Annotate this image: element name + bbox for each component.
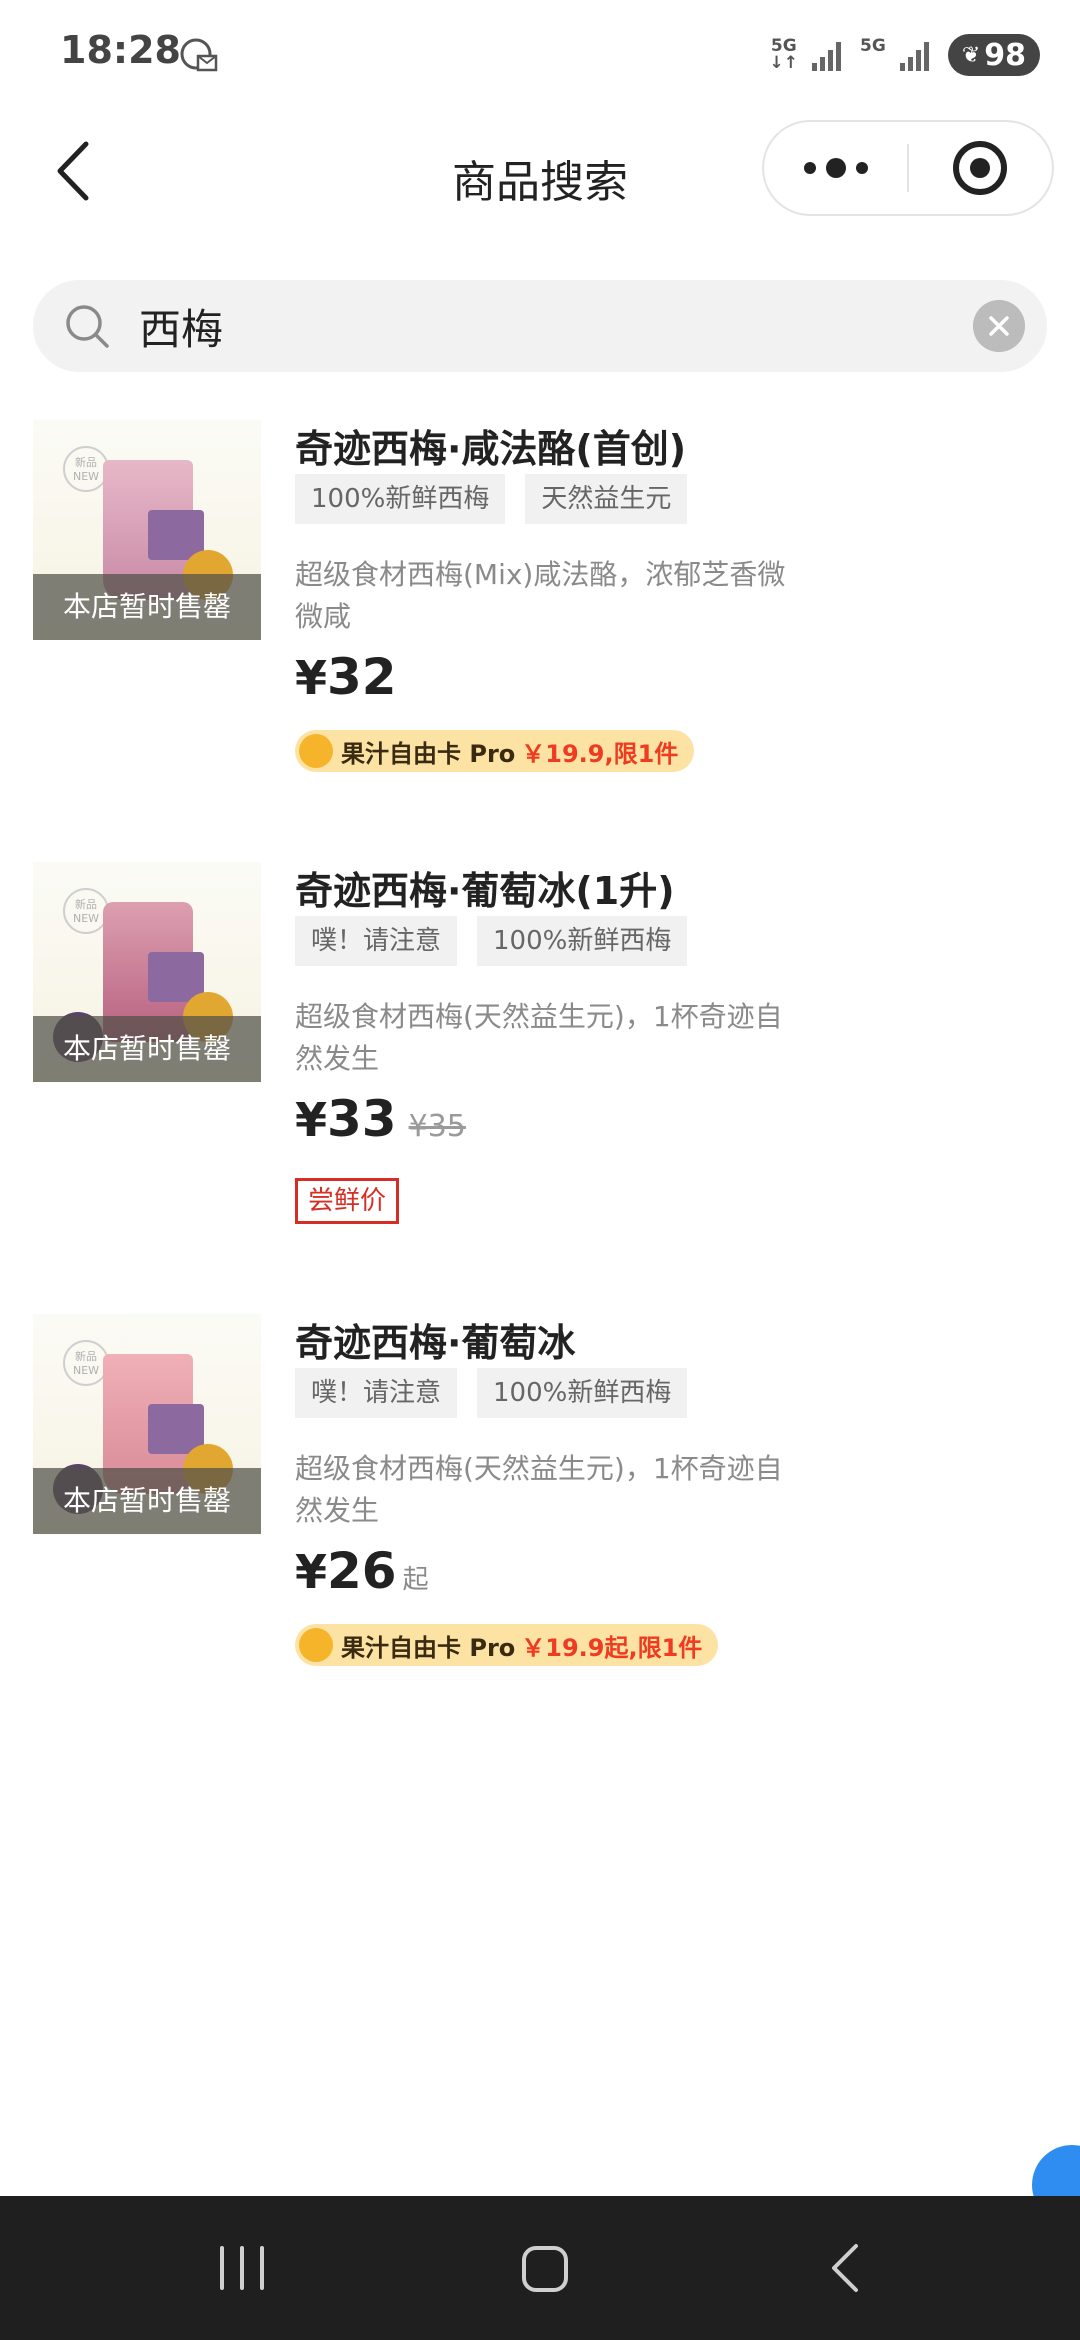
sold-out-label: 本店暂时售罄 [33, 1016, 261, 1082]
clear-icon[interactable] [973, 300, 1025, 352]
battery-icon: ❦ 98 [947, 34, 1040, 76]
product-tag: 100%新鲜西梅 [295, 474, 506, 524]
search-input[interactable] [139, 294, 959, 358]
price-value: 32 [327, 648, 397, 706]
member-card-badge[interactable]: 果汁自由卡 Pro ￥19.9,限1件 [295, 730, 695, 772]
sold-out-label: 本店暂时售罄 [33, 1468, 261, 1534]
product-tag: 天然益生元 [525, 474, 688, 524]
product-description: 超级食材西梅(天然益生元)，1杯奇迹自然发生 [295, 1000, 783, 1075]
sold-out-label: 本店暂时售罄 [33, 574, 261, 640]
product-price: ¥26 起 [295, 1542, 429, 1600]
search-bar[interactable] [33, 280, 1047, 372]
product-description: 超级食材西梅(天然益生元)，1杯奇迹自然发生 [295, 1452, 783, 1527]
currency-symbol: ¥ [295, 1093, 328, 1147]
product-tag: 100%新鲜西梅 [477, 1368, 688, 1418]
more-dots-icon[interactable] [764, 122, 907, 214]
product-price: ¥32 [295, 648, 397, 706]
card-price: ￥19.9,限1件 [521, 739, 679, 768]
signal-icon [812, 42, 842, 71]
signal-icon-2 [899, 42, 929, 71]
product-description: 超级食材西梅(Mix)咸法酪，浓郁芝香微微咸 [295, 558, 786, 633]
network-indicator-2: 5G [860, 36, 886, 56]
card-name: 果汁自由卡 Pro [341, 1633, 516, 1662]
recent-apps-icon[interactable] [182, 2226, 302, 2310]
product-item[interactable]: 新品 NEW 本店暂时售罄 奇迹西梅·咸法酪(首创) 100%新鲜西梅 天然益生元… [0, 408, 1080, 808]
currency-symbol: ¥ [295, 651, 328, 705]
product-title: 奇迹西梅·咸法酪(首创) [295, 427, 687, 471]
network-indicator-1: 5G ↓↑ [769, 36, 799, 73]
tasting-price-badge: 尝鲜价 [295, 1178, 400, 1224]
currency-symbol: ¥ [295, 1545, 328, 1599]
card-name: 果汁自由卡 Pro [341, 739, 516, 768]
system-nav-bar [0, 2196, 1080, 2340]
original-price: ¥35 [408, 1109, 466, 1144]
product-item[interactable]: 新品 NEW 本店暂时售罄 奇迹西梅·葡萄冰(1升) 噗！请注意 100%新鲜西梅… [0, 850, 1080, 1250]
product-title: 奇迹西梅·葡萄冰 [295, 1321, 576, 1365]
price-value: 33 [327, 1090, 397, 1148]
home-icon[interactable] [484, 2226, 604, 2310]
member-card-badge[interactable]: 果汁自由卡 Pro ￥19.9起,限1件 [295, 1624, 719, 1666]
status-bar: 18:28 5G ↓↑ 5G ❦ 98 [0, 0, 1080, 110]
product-price: ¥33 ¥35 [295, 1090, 466, 1148]
target-icon[interactable] [909, 122, 1052, 214]
product-title: 奇迹西梅·葡萄冰(1升) [295, 869, 675, 913]
status-time: 18:28 [60, 28, 181, 72]
product-tag: 噗！请注意 [295, 1368, 458, 1418]
product-tags: 100%新鲜西梅 天然益生元 [295, 474, 688, 524]
notification-icon [180, 38, 218, 72]
back-icon[interactable] [788, 2226, 908, 2310]
nav-bar: 商品搜索 [0, 110, 1080, 230]
card-price: ￥19.9起,限1件 [521, 1633, 703, 1662]
price-suffix: 起 [402, 1565, 429, 1595]
crown-icon [299, 734, 333, 768]
price-value: 26 [327, 1542, 397, 1600]
product-image: 新品 NEW 本店暂时售罄 [33, 420, 261, 640]
status-indicators: 5G ↓↑ 5G ❦ 98 [770, 30, 1040, 80]
leaf-icon: ❦ [961, 42, 981, 68]
product-tag: 100%新鲜西梅 [477, 916, 688, 966]
product-image: 新品 NEW 本店暂时售罄 [33, 862, 261, 1082]
product-tags: 噗！请注意 100%新鲜西梅 [295, 916, 688, 966]
crown-icon [299, 1628, 333, 1662]
product-image: 新品 NEW 本店暂时售罄 [33, 1314, 261, 1534]
mini-program-capsule [762, 120, 1054, 216]
product-item[interactable]: 新品 NEW 本店暂时售罄 奇迹西梅·葡萄冰 噗！请注意 100%新鲜西梅 超级食… [0, 1302, 1080, 1702]
product-tags: 噗！请注意 100%新鲜西梅 [295, 1368, 688, 1418]
battery-level: 98 [984, 37, 1026, 73]
product-tag: 噗！请注意 [295, 916, 458, 966]
search-icon [66, 305, 109, 348]
